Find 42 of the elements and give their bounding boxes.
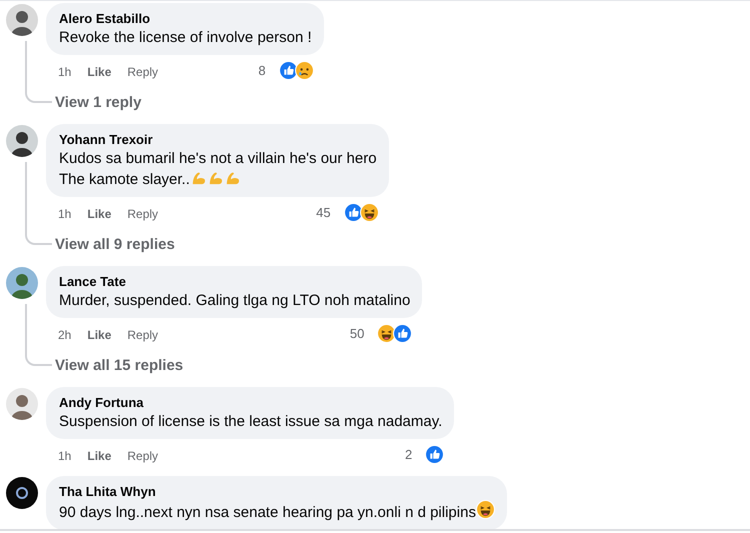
- reaction-count[interactable]: 45: [316, 204, 331, 220]
- like-reaction-icon: [425, 444, 444, 464]
- author-name[interactable]: Yohann Trexoir: [59, 131, 377, 148]
- avatar[interactable]: [6, 477, 38, 509]
- like-link[interactable]: Like: [87, 207, 112, 221]
- avatar[interactable]: [6, 267, 38, 299]
- like-link[interactable]: Like: [87, 328, 112, 342]
- timestamp[interactable]: 1h: [58, 65, 72, 79]
- like-reaction-icon: [393, 324, 412, 342]
- comment-text: Murder, suspended. Galing tlga ng LTO noh matalino: [59, 291, 410, 311]
- reaction-count[interactable]: 2: [405, 446, 412, 462]
- like-reaction-icon: [344, 202, 363, 222]
- like-link[interactable]: Like: [87, 65, 112, 79]
- view-replies-link[interactable]: View all 9 replies: [46, 222, 389, 254]
- reaction-count[interactable]: 50: [350, 326, 364, 340]
- comment-text: Suspension of license is the least issue sa mga nadamay.: [59, 412, 442, 432]
- reply-link[interactable]: Reply: [127, 65, 158, 79]
- avatar[interactable]: [6, 125, 38, 157]
- view-replies-link[interactable]: View 1 reply: [46, 80, 324, 112]
- sad-reaction-icon: [294, 60, 314, 80]
- timestamp[interactable]: 2h: [58, 328, 72, 342]
- author-name[interactable]: Tha Lhita Whyn: [59, 483, 495, 500]
- author-name[interactable]: Alero Estabillo: [59, 10, 312, 27]
- timestamp[interactable]: 1h: [58, 449, 72, 463]
- comment-text: Revoke the license of involve person !: [59, 28, 312, 48]
- reply-link[interactable]: Reply: [127, 449, 158, 463]
- view-replies-link[interactable]: View all 15 replies: [46, 343, 422, 375]
- laughing-emoji-icon: [476, 500, 495, 519]
- laughing-face-icon: [360, 202, 379, 222]
- timestamp[interactable]: 1h: [58, 207, 72, 221]
- thread-line: [25, 41, 52, 103]
- comment-text: 90 days lng..next nyn nsa senate hearing pa yn.onli n d pilipins: [59, 500, 495, 523]
- author-name[interactable]: Lance Tate: [59, 273, 410, 290]
- thread-line: [25, 304, 52, 366]
- reaction-count[interactable]: 8: [258, 62, 266, 78]
- like-reaction-icon: [278, 60, 298, 80]
- avatar[interactable]: [6, 4, 38, 36]
- reply-link[interactable]: Reply: [127, 207, 158, 221]
- comment-text: Kudos sa bumaril he's not a villain he's our hero The kamote slayer..: [59, 149, 377, 190]
- like-link[interactable]: Like: [87, 449, 112, 463]
- author-name[interactable]: Andy Fortuna: [59, 394, 442, 411]
- reply-link[interactable]: Reply: [127, 328, 158, 342]
